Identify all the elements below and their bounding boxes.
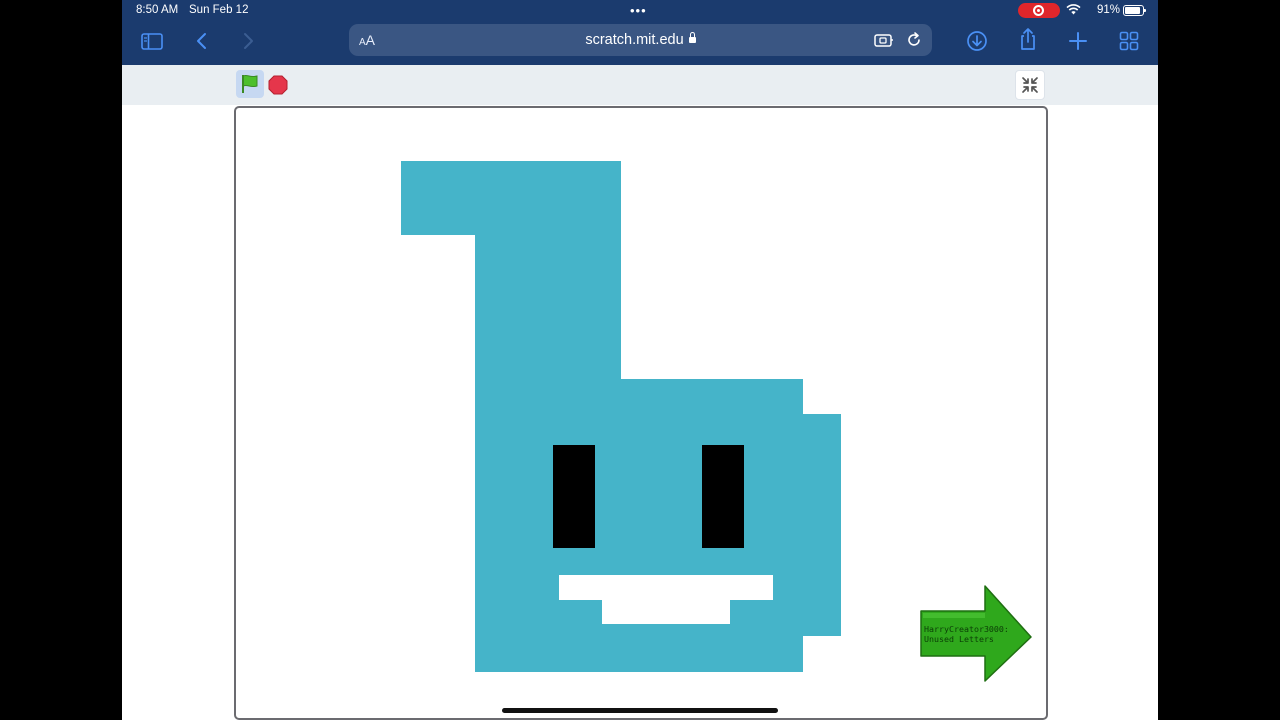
- back-icon[interactable]: [190, 29, 214, 53]
- url-field[interactable]: scratch.mit.edu: [349, 32, 932, 48]
- safari-toolbar: 8:50 AM Sun Feb 12 ••• 91% AA scratch.mi…: [122, 0, 1158, 65]
- stop-icon: [268, 75, 288, 95]
- green-flag-icon: [242, 74, 258, 93]
- new-tab-icon[interactable]: [1066, 29, 1090, 53]
- status-time: 8:50 AM: [136, 4, 179, 16]
- url-text: scratch.mit.edu: [585, 32, 684, 48]
- share-icon[interactable]: [1016, 27, 1040, 51]
- tabs-overview-icon[interactable]: [1117, 29, 1141, 53]
- address-bar[interactable]: AA scratch.mit.edu: [349, 24, 932, 56]
- exit-fullscreen-icon: [1022, 77, 1038, 93]
- home-indicator[interactable]: [502, 708, 778, 713]
- screen-recording-icon[interactable]: [1018, 3, 1060, 18]
- forward-icon[interactable]: [236, 29, 260, 53]
- battery-icon: [1123, 5, 1146, 16]
- left-eye: [553, 445, 595, 548]
- right-eye: [702, 445, 744, 548]
- download-icon[interactable]: [965, 29, 989, 53]
- scratch-stage[interactable]: HarryCreator3000: Unused Letters: [234, 106, 1048, 720]
- next-arrow-label: HarryCreator3000: Unused Letters: [924, 624, 1009, 644]
- ipad-screen: 8:50 AM Sun Feb 12 ••• 91% AA scratch.mi…: [122, 0, 1158, 720]
- battery-percentage: 91%: [1097, 4, 1121, 16]
- green-flag-button[interactable]: [236, 70, 264, 98]
- extension-icon[interactable]: [874, 32, 894, 53]
- wifi-icon: [1066, 4, 1081, 15]
- sidebar-icon[interactable]: [140, 29, 164, 53]
- multitasking-dots-icon[interactable]: •••: [630, 3, 647, 18]
- scratch-player-controls: [122, 65, 1158, 105]
- stop-button[interactable]: [268, 75, 288, 100]
- reload-icon[interactable]: [905, 31, 923, 54]
- exit-fullscreen-button[interactable]: [1015, 70, 1045, 100]
- lock-icon: [688, 32, 696, 43]
- letter-b-character[interactable]: [401, 161, 841, 672]
- status-date: Sun Feb 12: [189, 4, 249, 16]
